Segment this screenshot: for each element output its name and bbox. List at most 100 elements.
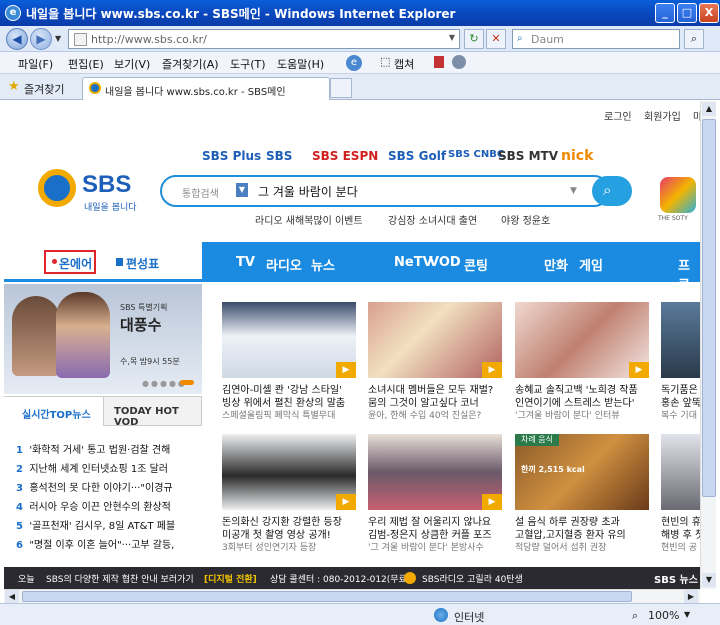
nav-program[interactable]: 프로 [678, 255, 700, 293]
nav-game[interactable]: 게임 [579, 255, 603, 274]
video-line2-6[interactable]: 김범-정은지 상큼한 커플 포즈 [368, 526, 504, 541]
vertical-scroll-thumb[interactable] [702, 119, 716, 497]
video-thumb-2[interactable]: ▶ [368, 302, 502, 378]
news-item[interactable]: 6 "명절 이후 이혼 늘어"···고부 갈등, [16, 536, 174, 551]
address-dropdown-icon[interactable]: ▼ [449, 33, 455, 42]
video-line2-3[interactable]: 인연이기에 스트레스 받는다' [515, 394, 651, 409]
channel-sbs-golf[interactable]: SBS Golf [388, 149, 446, 163]
zoom-level[interactable]: 100% [648, 609, 679, 622]
menu-file[interactable]: 파일(F) [18, 56, 53, 72]
video-line2-5[interactable]: 미공개 첫 촬영 영상 공개! [222, 526, 358, 541]
menu-edit[interactable]: 편집(E) [68, 56, 104, 72]
search-button[interactable]: ⌕ [592, 176, 632, 206]
scroll-up-icon[interactable]: ▲ [702, 102, 716, 116]
back-button[interactable]: ◀ [6, 28, 28, 50]
new-tab-button[interactable] [330, 78, 352, 98]
news-item[interactable]: 1 '화학적 거세' 통고 법원·검찰 견해 [16, 441, 170, 456]
category-dropdown-icon[interactable]: ▼ [236, 183, 248, 197]
news-item[interactable]: 4 러시아 우승 이끈 안현수의 환상적 [16, 498, 171, 513]
nav-content[interactable]: 콘팅 [464, 255, 488, 274]
capture-button[interactable]: 캡쳐 [394, 56, 414, 72]
ie-tools-icon[interactable]: e [346, 55, 362, 71]
soty-logo-icon[interactable] [660, 177, 696, 213]
scroll-down-icon[interactable]: ▼ [702, 573, 716, 587]
video-thumb-4[interactable] [661, 302, 700, 378]
sbs-logo-icon[interactable] [38, 169, 76, 207]
video-thumb-1[interactable]: ▶ [222, 302, 356, 378]
horizontal-scroll-thumb[interactable] [22, 591, 632, 602]
nav-netv[interactable]: NeTV [394, 255, 433, 270]
suggestion-3[interactable]: 야왕 정윤호 [501, 212, 550, 227]
horizontal-scrollbar[interactable]: ◀ ▶ [4, 589, 700, 603]
search-input-value[interactable]: 그 겨울 바람이 분다 [258, 183, 358, 200]
help-circle-icon[interactable] [452, 55, 466, 69]
ticker-radio[interactable]: SBS라디오 고릴라 40탄생 [422, 572, 523, 585]
onair-link[interactable]: 온에어 [59, 255, 92, 272]
nav-comics[interactable]: 만화 [544, 255, 568, 274]
refresh-button[interactable]: ↻ [464, 29, 484, 49]
tab-top-news[interactable]: 실시간TOP뉴스 [4, 396, 103, 426]
suggestion-2[interactable]: 강심장 소녀시대 출연 [388, 212, 477, 227]
search-go-icon[interactable]: ⌕ [684, 29, 704, 49]
suggestion-1[interactable]: 라디오 새해복많이 이벤트 [255, 212, 363, 227]
video-line2-1[interactable]: 빙상 위에서 펼친 환상의 말춤 [222, 394, 358, 409]
vertical-scrollbar[interactable]: ▲ ▼ [700, 101, 716, 589]
menu-view[interactable]: 보기(V) [114, 56, 150, 72]
tab-hot-vod[interactable]: TODAY HOT VOD [103, 396, 202, 428]
channel-sbs-cnbc[interactable]: SBS CNBC [448, 149, 504, 160]
signup-link[interactable]: 회원가입 [644, 108, 681, 123]
login-link[interactable]: 로그인 [604, 108, 632, 123]
forward-button[interactable]: ▶ [30, 28, 52, 50]
capture-icon[interactable]: ⬚ [380, 55, 390, 68]
feature-banner[interactable]: SBS 특별기획 대풍수 수,목 밤9시 55분 [4, 284, 202, 394]
news-item[interactable]: 3 홍석천의 못 다한 이야기···"이경규 [16, 479, 173, 494]
search-dropdown-icon[interactable]: ▼ [570, 186, 577, 196]
video-thumb-5[interactable]: ▶ [222, 434, 356, 510]
channel-nick[interactable]: nick [561, 148, 593, 164]
maximize-button[interactable]: □ [677, 3, 697, 23]
ticker-news[interactable]: SBS 뉴스 [654, 571, 698, 586]
stop-button[interactable]: ✕ [486, 29, 506, 49]
zoom-dropdown-icon[interactable]: ▼ [684, 610, 690, 619]
menu-favorites[interactable]: 즐겨찾기(A) [162, 56, 219, 72]
menu-help[interactable]: 도움말(H) [277, 56, 324, 72]
scroll-right-icon[interactable]: ▶ [684, 590, 698, 603]
carousel-active-dot[interactable] [180, 380, 194, 385]
tab-active[interactable]: 내일을 봅니다 www.sbs.co.kr - SBS메인 [82, 77, 330, 100]
pdf-icon[interactable] [434, 56, 444, 68]
news-item[interactable]: 5 '골프천재' 김시우, 8일 AT&T 페블 [16, 517, 175, 532]
logo-text[interactable]: SBS [82, 171, 131, 199]
news-item[interactable]: 2 지난해 세계 인터넷쇼핑 1조 달러 [16, 460, 168, 475]
search-box[interactable]: ⌕ Daum [512, 29, 680, 49]
ticker-notice[interactable]: SBS의 다양한 제작 협찬 안내 보러가기 [46, 572, 194, 585]
video-thumb-7[interactable]: 차례 음식 한끼 2,515 kcal [515, 434, 649, 510]
scroll-left-icon[interactable]: ◀ [5, 590, 19, 603]
close-button[interactable]: X [699, 3, 719, 23]
video-line2-8[interactable]: 해병 후 첫 [661, 526, 700, 541]
video-line2-7[interactable]: 고혈압,고지혈증 환자 유의 [515, 526, 651, 541]
search-category[interactable]: 통합검색 [182, 185, 219, 200]
favorites-button[interactable]: 즐겨찾기 [24, 81, 64, 97]
minimize-button[interactable]: _ [655, 3, 675, 23]
channel-sbs-espn[interactable]: SBS ESPN [312, 149, 378, 163]
channel-sbs-plus[interactable]: SBS Plus [202, 149, 261, 163]
schedule-link[interactable]: 편성표 [126, 255, 159, 272]
video-thumb-3[interactable]: ▶ [515, 302, 649, 378]
more-link[interactable]: 마 [693, 108, 700, 123]
favorites-star-icon[interactable]: ★ [8, 79, 20, 94]
menu-tools[interactable]: 도구(T) [230, 56, 266, 72]
video-line2-4[interactable]: 홍손 앞뚝 [661, 394, 700, 409]
site-search-bar[interactable]: 통합검색 ▼ 그 겨울 바람이 분다 ▼ [160, 175, 610, 207]
ticker-call[interactable]: 상담 콜센터 : 080-2012-012(무료) [270, 572, 410, 585]
video-thumb-6[interactable]: ▶ [368, 434, 502, 510]
zoom-icon[interactable]: ⌕ [632, 609, 638, 623]
nav-tv[interactable]: TV [236, 255, 255, 270]
nav-radio[interactable]: 라디오 [266, 255, 302, 274]
history-dropdown-icon[interactable]: ▼ [55, 34, 61, 43]
nav-vod[interactable]: VOD [429, 255, 461, 270]
nav-news[interactable]: 뉴스 [311, 255, 335, 274]
channel-sbs-mtv[interactable]: SBS MTV [498, 149, 558, 163]
address-bar[interactable]: http://www.sbs.co.kr/ ▼ [68, 29, 460, 49]
ticker-highlight[interactable]: [디지털 전환] [204, 572, 257, 585]
video-thumb-8[interactable] [661, 434, 700, 510]
